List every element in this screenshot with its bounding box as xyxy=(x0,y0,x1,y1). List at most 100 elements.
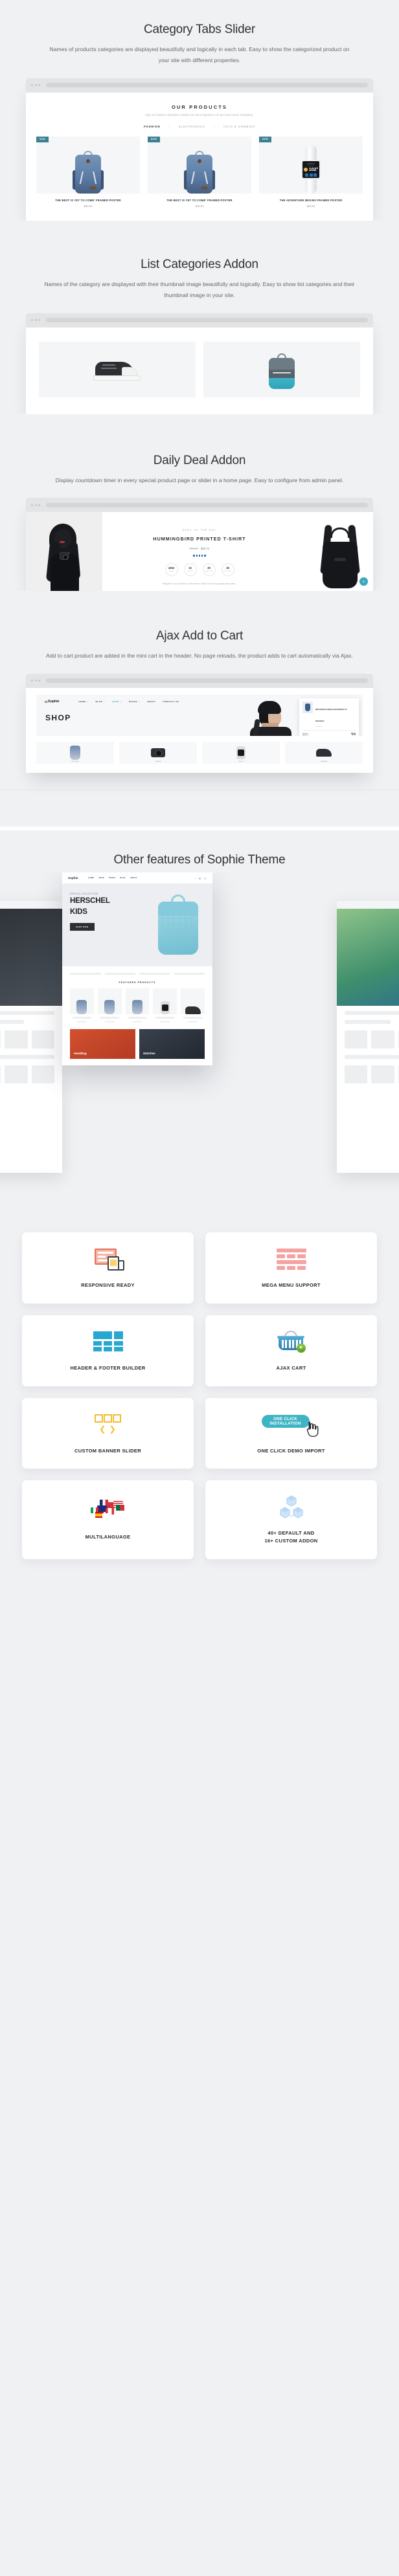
nav-item-contact-us[interactable]: CONTACT US xyxy=(163,700,179,703)
preview-product[interactable] xyxy=(181,988,205,1023)
section-subtitle: Add to cart product are added in the min… xyxy=(46,652,353,660)
product-thumb-watch[interactable]: WATCH xyxy=(202,741,280,764)
thumb-label: CAMERA xyxy=(155,761,161,762)
theme-preview-main[interactable]: Sophie HOME SHOP PAGES BLOG ABOUT ⌕ ◍ 🛒 xyxy=(62,872,212,1066)
browser-titlebar xyxy=(26,673,373,688)
tab-electronics[interactable]: ELECTRONICS xyxy=(170,125,214,128)
preview-product[interactable] xyxy=(125,988,150,1023)
storefront-mock: ◅ Sophie HOME ▾ BLOG ▾ SHOP ▾ PAGES ▾ ABOUT … xyxy=(36,694,363,736)
browser-url-bar[interactable] xyxy=(46,502,368,507)
promo-banner-handbag[interactable]: Handbag xyxy=(70,1029,135,1060)
preview-nav-item[interactable]: PAGES xyxy=(109,877,115,879)
feature-card-mega-menu-support[interactable]: MEGA MENU SUPPORT xyxy=(205,1232,377,1304)
preview-text-line xyxy=(0,1011,54,1016)
search-icon[interactable]: ⌕ xyxy=(194,877,196,880)
nav-item-home[interactable]: HOME ▾ xyxy=(78,700,88,703)
nav-item-pages[interactable]: PAGES ▾ xyxy=(129,700,140,703)
deal-details: DEAL OF THE DAY HUMMINGBIRD PRINTED T-SH… xyxy=(102,512,297,591)
product-name: THE ADVENTURE BEGINS FRAMED POSTER xyxy=(279,198,343,202)
promo-banner-watches[interactable]: Watches xyxy=(139,1029,205,1060)
add-to-cart-icon[interactable]: ＋ xyxy=(359,577,368,586)
category-card-bags[interactable] xyxy=(203,341,360,397)
feature-label: MULTILANGUAGE xyxy=(85,1534,131,1540)
tab-fashion[interactable]: FASHION xyxy=(135,125,168,128)
category-card-shoes[interactable] xyxy=(39,341,196,397)
feature-card-multilanguage[interactable]: MULTILANGUAGE xyxy=(22,1480,194,1559)
countdown-value: 38 xyxy=(226,566,229,570)
flags-icon xyxy=(88,1497,128,1526)
black-backpack-illustration xyxy=(316,521,364,589)
promo-banner-title: Watches xyxy=(143,1052,155,1056)
browser-content: OUR PRODUCTS Typi non habent claritatem … xyxy=(26,92,373,221)
browser-url-bar[interactable] xyxy=(46,678,368,683)
product-card[interactable]: NEW THE BEST IS YET TO COME' FRAMED POST… xyxy=(36,136,140,208)
feature-card-header-footer-builder[interactable]: HEADER & FOOTER BUILDER xyxy=(22,1315,194,1386)
browser-titlebar xyxy=(26,313,373,328)
nav-label: CONTACT US xyxy=(163,700,179,704)
divider xyxy=(302,729,356,731)
product-card[interactable]: NEW THE BEST IS YET TO COME' FRAMED POST… xyxy=(148,136,251,208)
sneaker-illustration xyxy=(93,359,141,381)
nav-item-shop[interactable]: SHOP ▾ xyxy=(112,700,122,703)
model-photo-illustration xyxy=(246,700,295,736)
countdown-days: 4352 DAYS xyxy=(165,562,178,576)
category-list xyxy=(26,328,373,414)
preview-nav-item[interactable]: HOME xyxy=(88,877,94,879)
preview-text-line xyxy=(0,1055,54,1060)
feature-row: ❮ ❯ CUSTOM BANNER SLIDER ONE CLICK INSTA… xyxy=(22,1397,377,1469)
header-footer-builder-icon xyxy=(93,1328,123,1357)
mini-cart-dropdown[interactable]: MIPS DESIGN 3 HERSCH BATTERPACK 25 BACKP… xyxy=(299,698,359,736)
product-thumb-camera[interactable]: CAMERA xyxy=(119,741,197,764)
preview-product-row xyxy=(0,1030,54,1049)
countdown-hours: 15 HOURS xyxy=(183,562,197,576)
category-tabs: FASHION | ELECTRONICS | TOYS & HOBBIES xyxy=(36,125,363,129)
backpack-icon xyxy=(70,745,80,760)
preview-shop-now-button[interactable]: SHOP NOW xyxy=(70,922,95,931)
deal-price: $25.50 $22.71 xyxy=(109,547,290,550)
cart-icon[interactable]: 🛒 xyxy=(204,877,207,880)
store-logo[interactable]: ◅ Sophie xyxy=(44,700,60,704)
feature-card-ajax-cart[interactable]: + AJAX CART xyxy=(205,1315,377,1386)
new-badge: NEW xyxy=(259,136,272,142)
preview-product[interactable] xyxy=(70,988,94,1023)
section-title: Ajax Add to Cart xyxy=(155,629,244,643)
feature-card-responsive-ready[interactable]: RESPONSIVE READY xyxy=(22,1232,194,1304)
feature-card-grid: RESPONSIVE READY MEGA MENU SUPPORT HEADE… xyxy=(0,1222,399,1592)
section-daily-deal-addon: Daily Deal Addon Display countdown timer… xyxy=(0,414,399,592)
preview-nav-item[interactable]: SHOP xyxy=(98,877,104,879)
theme-preview-right[interactable] xyxy=(337,901,399,1173)
preview-nav-item[interactable]: BLOG xyxy=(120,877,126,879)
feature-row: HEADER & FOOTER BUILDER + AJAX CART xyxy=(22,1315,377,1386)
browser-url-bar[interactable] xyxy=(46,83,368,88)
section-subtitle: Display countdown timer in every special… xyxy=(55,476,344,483)
browser-url-bar[interactable] xyxy=(46,318,368,323)
feature-label: AJAX CART xyxy=(276,1365,306,1371)
nav-item-blog[interactable]: BLOG ▾ xyxy=(95,700,105,703)
countdown-timer: 4352 DAYS 15 HOURS 39 MINUTES 38 SECONDS xyxy=(109,562,290,576)
section-header: Ajax Add to Cart Add to cart product are… xyxy=(0,591,399,661)
feature-card-custom-banner-slider[interactable]: ❮ ❯ CUSTOM BANNER SLIDER xyxy=(22,1397,194,1469)
countdown-unit: HOURS xyxy=(187,570,194,572)
product-thumb-backpack[interactable]: BACKPACK xyxy=(36,741,114,764)
product-card[interactable]: NEW GARMIN Weather 102° THE ADVENTURE BE… xyxy=(259,136,363,208)
feature-card-one-click-demo-import[interactable]: ONE CLICK INSTALLATION ONE CLICK DEMO IM… xyxy=(205,1397,377,1469)
feature-row: RESPONSIVE READY MEGA MENU SUPPORT xyxy=(22,1232,377,1304)
browser-mockup-list-categories xyxy=(26,313,373,414)
nav-label: SHOP xyxy=(112,700,119,704)
product-photo: ＋ xyxy=(297,512,373,592)
theme-preview-left[interactable] xyxy=(0,901,62,1173)
product-image: NEW xyxy=(148,136,251,194)
countdown-value: 39 xyxy=(207,566,211,570)
product-name: THE BEST IS YET TO COME' FRAMED POSTER xyxy=(55,198,121,202)
preview-text-line xyxy=(0,1020,24,1025)
user-icon[interactable]: ◍ xyxy=(199,877,201,880)
product-thumb-sneaker[interactable]: SNEAKER xyxy=(285,741,363,764)
tab-toys-hobbies[interactable]: TOYS & HOBBIES xyxy=(215,125,264,128)
feature-card-addons[interactable]: 40+ DEFAULT AND 16+ CUSTOM ADDON xyxy=(205,1480,377,1559)
section-ajax-add-to-cart: Ajax Add to Cart Add to cart product are… xyxy=(0,591,399,773)
nav-item-about[interactable]: ABOUT xyxy=(147,700,156,703)
preview-nav-item[interactable]: ABOUT xyxy=(130,877,137,879)
preview-product[interactable] xyxy=(153,988,177,1023)
preview-product[interactable] xyxy=(97,988,122,1023)
